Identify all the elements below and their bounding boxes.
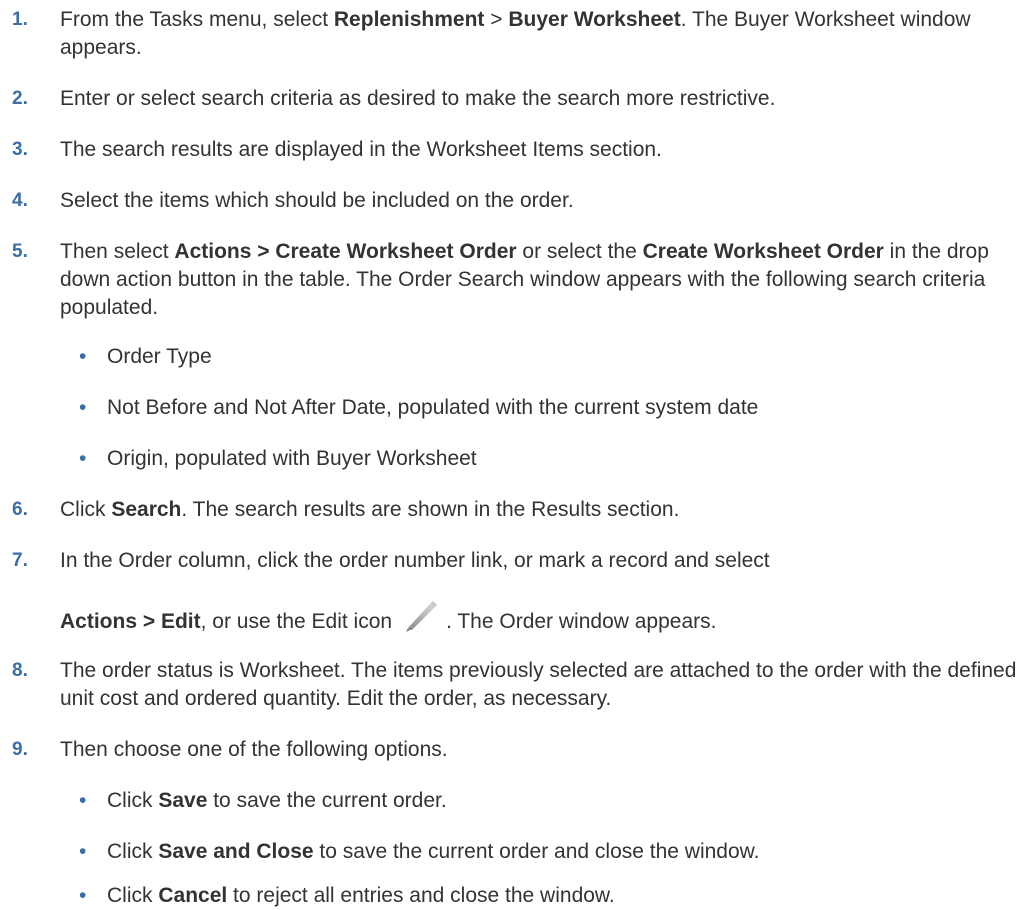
- bullet-text: Origin, populated with Buyer Worksheet: [107, 447, 477, 470]
- bullet-icon: •: [79, 345, 87, 368]
- bullet-text: Order Type: [107, 345, 212, 368]
- pencil-edit-icon: [400, 598, 442, 634]
- bullet-text: Click Cancel to reject all entries and c…: [107, 884, 615, 907]
- button-save-and-close: Save and Close: [158, 840, 314, 863]
- step-text: Actions > Edit, or use the Edit icon. Th…: [60, 598, 1024, 636]
- bullet-icon: •: [79, 447, 87, 470]
- step-text: The order status is Worksheet. The items…: [60, 659, 1017, 710]
- step-number: 3.: [12, 139, 28, 160]
- step-text: Enter or select search criteria as desir…: [60, 87, 776, 110]
- step-number: 1.: [12, 9, 28, 30]
- bullet-text: Click Save and Close to save the current…: [107, 840, 760, 863]
- menu-create-worksheet-order: Actions > Create Worksheet Order: [174, 240, 517, 263]
- step-text: From the Tasks menu, select Replenishmen…: [60, 8, 971, 59]
- bullet-icon: •: [79, 840, 87, 863]
- step-text: Then choose one of the following options…: [60, 738, 448, 761]
- step-text: Select the items which should be include…: [60, 189, 574, 212]
- button-create-worksheet-order: Create Worksheet Order: [642, 240, 884, 263]
- bullet-icon: •: [79, 884, 87, 907]
- step-number: 5.: [12, 241, 28, 262]
- step-number: 4.: [12, 190, 28, 211]
- step-text: Then select Actions > Create Worksheet O…: [60, 240, 989, 319]
- step-number: 6.: [12, 499, 28, 520]
- step-number: 7.: [12, 550, 28, 571]
- bullet-icon: •: [79, 396, 87, 419]
- menu-replenishment: Replenishment: [333, 8, 485, 31]
- step-text: Click Search. The search results are sho…: [60, 498, 680, 521]
- step-text: The search results are displayed in the …: [60, 138, 662, 161]
- bullet-text: Click Save to save the current order.: [107, 789, 447, 812]
- button-search: Search: [111, 498, 182, 521]
- menu-buyer-worksheet: Buyer Worksheet: [508, 8, 681, 31]
- menu-actions-edit: Actions > Edit: [60, 610, 201, 633]
- step-text: In the Order column, click the order num…: [60, 549, 770, 572]
- step-number: 9.: [12, 739, 28, 760]
- step-number: 2.: [12, 88, 28, 109]
- instruction-list: 1. From the Tasks menu, select Replenish…: [0, 0, 1032, 907]
- bullet-text: Not Before and Not After Date, populated…: [107, 396, 759, 419]
- button-save: Save: [158, 789, 208, 812]
- step-number: 8.: [12, 660, 28, 681]
- button-cancel: Cancel: [158, 884, 228, 907]
- bullet-icon: •: [79, 789, 87, 812]
